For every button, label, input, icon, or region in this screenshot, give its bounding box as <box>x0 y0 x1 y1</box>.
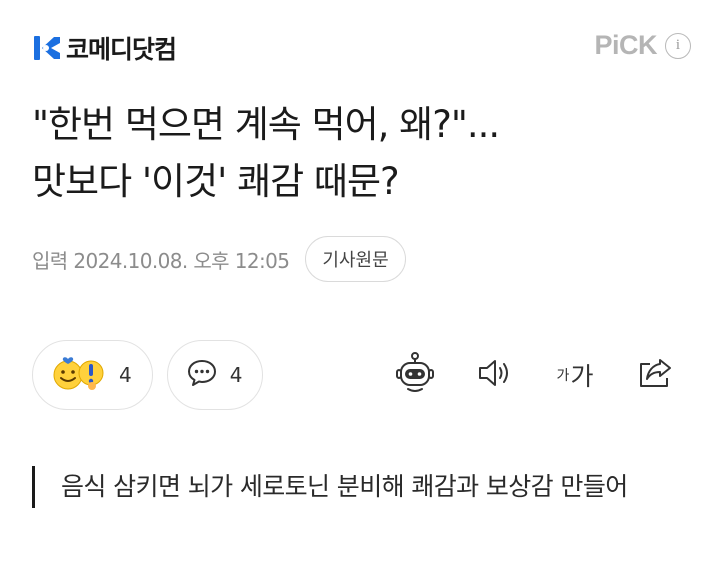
article-tools: 가가 <box>367 345 687 405</box>
comment-button[interactable]: 4 <box>166 340 264 410</box>
publisher-logo[interactable]: 코메디닷컴 <box>32 30 177 66</box>
article-title-line-1: "한번 먹으면 계속 먹어, 왜?"... <box>32 103 500 146</box>
emotion-button[interactable]: 4 <box>32 340 153 410</box>
publisher-name: 코메디닷컴 <box>66 35 177 64</box>
article-title: "한번 먹으면 계속 먹어, 왜?"... 맛보다 '이것' 쾌감 때문? <box>32 96 692 210</box>
comment-icon <box>186 358 218 392</box>
pick-badge: PiCK i <box>594 30 691 61</box>
font-size-large-label: 가 <box>570 362 594 391</box>
comment-count: 4 <box>229 363 243 387</box>
article-title-line-2: 맛보다 '이것' 쾌감 때문? <box>32 160 400 203</box>
share-icon <box>636 356 674 394</box>
page-header: 코메디닷컴 PiCK i <box>32 28 691 68</box>
summary-bot-button[interactable] <box>383 345 447 405</box>
speaker-icon <box>476 356 514 394</box>
reaction-bar: 4 4 <box>32 340 277 410</box>
publisher-logo-icon <box>32 33 62 63</box>
article-date: 입력 2024.10.08. 오후 12:05 <box>32 248 290 273</box>
emotion-count: 4 <box>119 363 132 387</box>
article-meta: 입력 2024.10.08. 오후 12:05 기사원문 <box>32 236 406 282</box>
original-article-button[interactable]: 기사원문 <box>305 236 406 282</box>
font-size-small-label: 가 <box>556 368 570 384</box>
smile-emoji-icon <box>51 353 107 397</box>
info-icon[interactable]: i <box>665 32 691 59</box>
share-button[interactable] <box>623 345 687 405</box>
robot-icon <box>393 351 437 399</box>
article-summary: 음식 삼키면 뇌가 세로토닌 분비해 쾌감과 보상감 만들어 <box>32 466 672 508</box>
text-to-speech-button[interactable] <box>463 345 527 405</box>
font-size-button[interactable]: 가가 <box>543 345 607 405</box>
pick-label: PiCK <box>594 30 657 60</box>
